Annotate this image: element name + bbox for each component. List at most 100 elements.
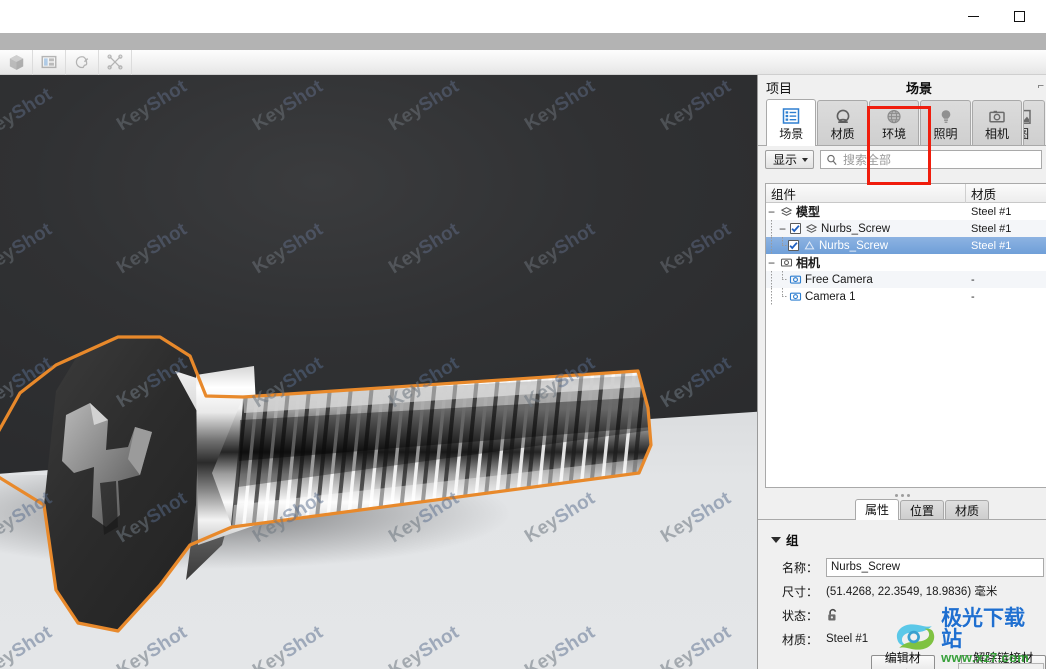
tree-node-label: Camera 1 [805,290,856,303]
tab-lighting-label: 照明 [933,127,958,141]
scene-tree-header: 组件 材质 [766,184,1046,203]
dock-collapse-icon[interactable]: ⌐ [1038,80,1044,92]
property-panel: 组 名称： 尺寸： (51.4268, 22.3549, 18.9836) 毫米… [758,520,1046,669]
display-dropdown-button[interactable]: 显示 [765,150,815,169]
visibility-checkbox[interactable] [788,240,799,251]
maximize-button[interactable] [996,2,1042,32]
library-panel-button[interactable] [33,49,66,75]
name-label: 名称： [781,560,818,575]
dock-title-label: 项目 [766,80,793,96]
chevron-down-icon [802,157,809,162]
lighting-bulb-icon [937,106,955,127]
material-property-row: 材质： Steel #1 [758,627,1046,651]
tree-node-material: Steel #1 [971,205,1012,218]
scene-heading-label: 场景 [906,81,933,96]
table-row[interactable]: Free Camera - [766,271,1046,288]
unlocked-padlock-icon[interactable] [826,608,840,623]
name-field[interactable] [826,557,1044,577]
tab-environment-label: 环境 [882,127,907,141]
material-ball-icon [834,106,852,127]
tab-lighting[interactable]: 照明 [920,100,971,145]
scene-cube-button[interactable] [0,49,33,75]
tree-node-material: Steel #1 [971,239,1012,252]
tab-properties[interactable]: 属性 [855,499,900,520]
expander-toggle[interactable]: − [766,206,777,218]
screw-threads [212,371,651,527]
expander-toggle[interactable]: − [777,223,788,235]
environment-globe-icon [885,106,903,127]
tab-camera-label: 相机 [984,127,1009,141]
tree-guide [777,237,788,254]
model-group-icon [804,222,818,235]
animation-button[interactable] [99,49,132,75]
tree-guide [766,220,777,237]
project-dock-header: 项目 场景 ⌐ [758,75,1046,99]
cube-icon [9,54,23,70]
image-icon [1024,106,1032,127]
table-row[interactable]: Camera 1 - [766,288,1046,305]
tree-node-label: 模型 [796,205,821,219]
tab-image[interactable]: 图 [1023,100,1045,145]
minimize-button[interactable] [950,2,996,32]
table-row[interactable]: − 模型 Steel #1 [766,203,1046,220]
screw-3d-model[interactable] [0,75,757,669]
menu-bar[interactable]: ) [0,33,1046,50]
tree-node-label: Nurbs_Screw [819,239,889,252]
material-paint-icon [75,56,89,69]
title-bar [0,0,1046,33]
search-field-wrapper[interactable] [820,150,1042,169]
property-tabs: 属性 位置 材质 [758,499,1046,520]
table-row[interactable]: Nurbs_Screw Steel #1 [766,237,1046,254]
tree-node-label: Nurbs_Screw [821,222,891,235]
tab-image-label: 图 [1024,128,1029,140]
expander-toggle[interactable]: − [766,257,777,269]
project-tabs: 场景 材质 环境 照明 相机 [758,99,1046,185]
material-label: 材质： [781,632,818,647]
camera-icon [788,290,802,303]
edit-material-button[interactable]: 编辑材质 [871,651,935,669]
visibility-checkbox[interactable] [790,223,801,234]
state-property-row: 状态： [758,603,1046,627]
column-header-component: 组件 [766,184,966,203]
tree-node-material: - [971,290,975,303]
search-icon [827,154,837,165]
column-header-material: 材质 [971,187,997,202]
grip-dot [894,493,898,497]
tab-material[interactable]: 材质 [817,100,868,145]
render-viewport[interactable]: KeyShot KeyShot KeyShot KeyShot KeyShot … [0,75,757,669]
tree-guide [766,237,777,254]
scene-list-icon [782,106,800,127]
tab-position[interactable]: 位置 [900,500,945,519]
partial-control-stub [958,663,1044,669]
table-row[interactable]: − 相机 [766,254,1046,271]
camera-group-icon [779,256,793,269]
tab-camera[interactable]: 相机 [971,100,1023,145]
scene-tree[interactable]: 组件 材质 − 模型 Steel #1 − Nurbs_Screw Steel … [765,183,1046,488]
tab-material-label: 材质 [830,127,855,141]
grip-dot [906,493,910,497]
tree-node-material: Steel #1 [971,222,1012,235]
material-value: Steel #1 [826,633,869,645]
tree-node-material: - [971,273,975,286]
material-paint-button[interactable] [66,49,99,75]
tab-properties-label: 属性 [865,503,890,517]
minimize-icon [967,16,979,17]
size-value: (51.4268, 22.3549, 18.9836) 毫米 [826,586,998,598]
tab-position-label: 位置 [910,503,935,518]
tab-scene[interactable]: 场景 [766,99,817,146]
tree-guide [766,288,777,305]
tab-materials[interactable]: 材质 [945,500,990,519]
size-label: 尺寸： [781,584,818,599]
tree-guide [766,271,777,288]
search-input[interactable] [843,152,1041,167]
group-section-header[interactable]: 组 [758,520,1046,549]
tab-scene-label: 场景 [779,126,804,141]
group-section-title: 组 [786,534,799,548]
model-group-icon [779,205,793,218]
tab-materials-label: 材质 [955,503,980,518]
tab-environment[interactable]: 环境 [868,100,920,145]
state-label: 状态： [781,608,818,623]
table-row[interactable]: − Nurbs_Screw Steel #1 [766,220,1046,237]
display-dropdown-label: 显示 [773,153,798,167]
keyshot-window: ) [0,0,1046,669]
